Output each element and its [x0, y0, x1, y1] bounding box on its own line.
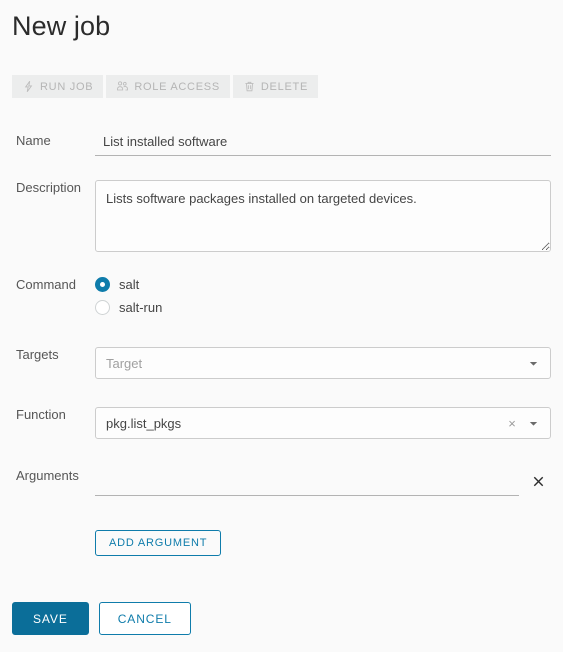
footer-actions: SAVE CANCEL	[12, 602, 191, 635]
role-access-button[interactable]: ROLE ACCESS	[106, 75, 230, 98]
targets-label: Targets	[16, 347, 59, 362]
command-label: Command	[16, 277, 76, 292]
field-row-arguments: Arguments	[0, 468, 563, 496]
targets-control: Target	[95, 347, 563, 379]
description-control: Lists software packages installed on tar…	[95, 180, 563, 257]
cancel-button[interactable]: CANCEL	[98, 602, 191, 635]
function-clear-icon[interactable]: ×	[504, 417, 520, 430]
field-row-name: Name	[0, 133, 563, 156]
name-label: Name	[16, 133, 51, 148]
field-row-command: Command salt salt-run	[0, 277, 563, 315]
function-selected-value: pkg.list_pkgs	[106, 415, 182, 431]
command-option-salt[interactable]: salt	[95, 277, 551, 292]
targets-selected-value: Target	[106, 355, 143, 371]
field-row-targets: Targets Target	[0, 347, 563, 379]
run-job-button[interactable]: RUN JOB	[12, 75, 104, 98]
delete-label: DELETE	[260, 80, 309, 93]
add-argument-control: ADD ARGUMENT	[95, 530, 563, 556]
field-row-function: Function pkg.list_pkgs ×	[0, 407, 563, 439]
function-select[interactable]: pkg.list_pkgs ×	[95, 407, 551, 439]
run-job-label: RUN JOB	[40, 80, 94, 93]
function-label: Function	[16, 407, 66, 422]
command-option-salt-run[interactable]: salt-run	[95, 300, 551, 315]
trash-icon	[243, 80, 256, 93]
description-label: Description	[16, 180, 82, 195]
users-group-icon	[116, 80, 129, 93]
toolbar: RUN JOB ROLE ACCESS DELETE	[12, 75, 319, 98]
save-button[interactable]: SAVE	[12, 602, 89, 635]
argument-input[interactable]	[95, 474, 519, 496]
radio-unselected-icon	[95, 300, 110, 315]
radio-selected-icon	[95, 277, 110, 292]
field-row-description: Description Lists software packages inst…	[0, 180, 563, 257]
role-access-label: ROLE ACCESS	[134, 80, 220, 93]
targets-select[interactable]: Target	[95, 347, 551, 379]
arguments-label: Arguments	[16, 468, 79, 483]
add-argument-spacer	[0, 530, 95, 556]
command-option-salt-run-label: salt-run	[119, 300, 163, 315]
lightning-bolt-icon	[22, 80, 35, 93]
command-radio-group: salt salt-run	[95, 277, 551, 315]
chevron-down-icon[interactable]	[526, 358, 540, 369]
argument-entry	[95, 468, 551, 496]
command-option-salt-label: salt	[119, 277, 140, 292]
name-control	[95, 133, 563, 156]
name-input[interactable]	[95, 134, 551, 156]
description-textarea[interactable]: Lists software packages installed on tar…	[95, 180, 551, 252]
close-icon[interactable]	[525, 468, 551, 494]
argument-input-holder	[95, 473, 519, 496]
add-argument-button[interactable]: ADD ARGUMENT	[95, 530, 222, 556]
new-job-page: New job RUN JOB ROLE ACCESS DELETE Name …	[0, 0, 563, 652]
delete-button[interactable]: DELETE	[232, 75, 319, 98]
page-title: New job	[12, 11, 111, 41]
command-control: salt salt-run	[95, 277, 563, 315]
function-control: pkg.list_pkgs ×	[95, 407, 563, 439]
field-row-add-argument: ADD ARGUMENT	[0, 530, 563, 556]
arguments-control	[95, 468, 563, 496]
chevron-down-icon[interactable]	[526, 418, 540, 429]
